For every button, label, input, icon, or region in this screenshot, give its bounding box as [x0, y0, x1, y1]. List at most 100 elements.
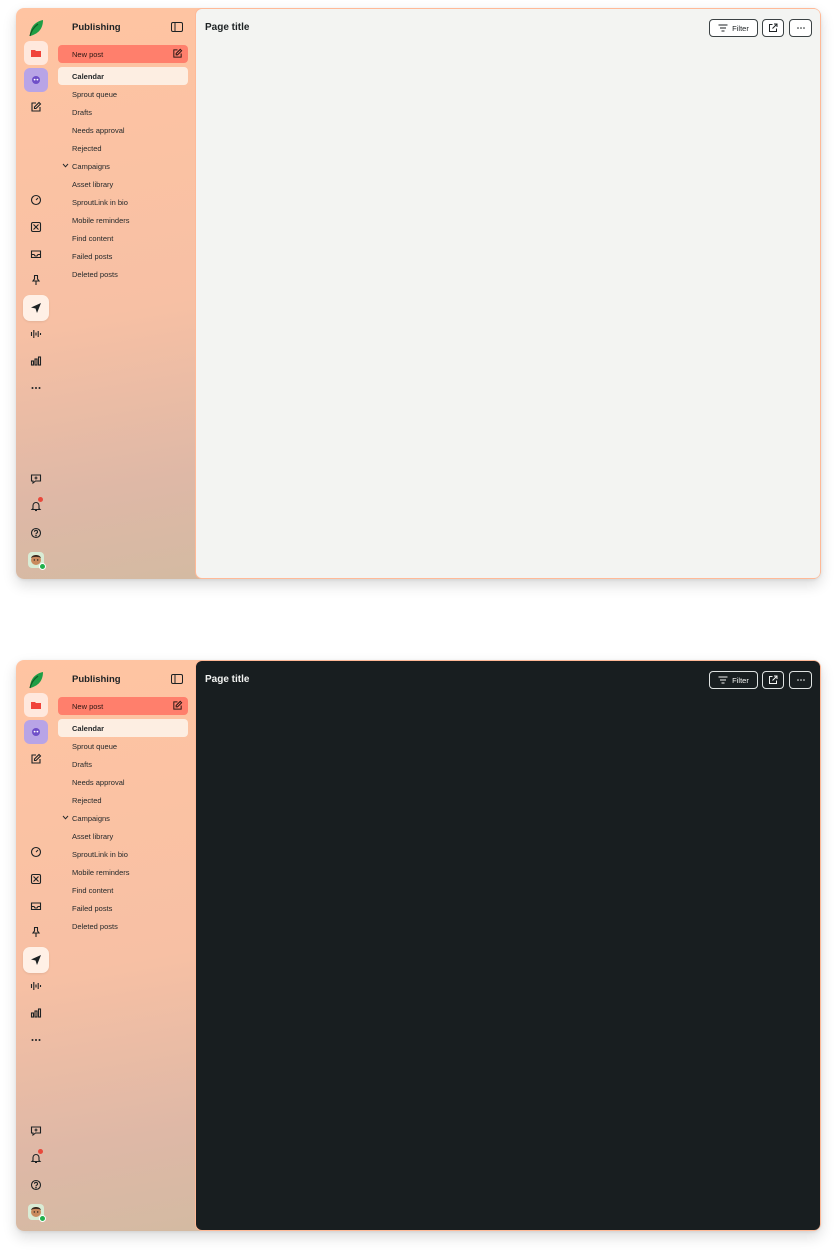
nav-item-failed-posts[interactable]: Failed posts [58, 247, 188, 265]
bar-chart-icon[interactable] [24, 349, 48, 373]
sprout-logo-icon[interactable] [24, 16, 48, 40]
nav-item-label: Asset library [72, 831, 114, 841]
page-title: Page title [205, 674, 250, 685]
nav-item-sprout-queue[interactable]: Sprout queue [58, 85, 188, 103]
nav-item-label: Rejected [72, 795, 102, 805]
folder-icon[interactable] [24, 693, 48, 717]
open-external-button[interactable] [762, 671, 784, 689]
filter-label: Filter [732, 23, 749, 33]
nav-item-label: Asset library [72, 179, 114, 189]
nav-item-label: Campaigns [72, 813, 110, 823]
nav-item-needs-approval[interactable]: Needs approval [58, 773, 188, 791]
bell-icon[interactable] [24, 494, 48, 518]
nav-item-label: Deleted posts [72, 921, 118, 931]
nav-item-mobile-reminders[interactable]: Mobile reminders [58, 211, 188, 229]
sprout-logo-icon[interactable] [24, 668, 48, 692]
inbox-icon[interactable] [24, 242, 48, 266]
listening-icon[interactable] [24, 322, 48, 346]
filter-button[interactable]: Filter [709, 19, 758, 37]
nav-item-label: Calendar [72, 71, 105, 81]
nav-item-drafts[interactable]: Drafts [58, 103, 188, 121]
smart-inbox-icon[interactable] [24, 215, 48, 239]
nav-item-sproutlink-in-bio[interactable]: SproutLink in bio [58, 193, 188, 211]
nav-item-label: Drafts [72, 759, 93, 769]
pin-icon[interactable] [24, 268, 48, 292]
nav-item-find-content[interactable]: Find content [58, 229, 188, 247]
nav-item-deleted-posts[interactable]: Deleted posts [58, 265, 188, 283]
external-link-icon [769, 675, 778, 684]
gauge-icon[interactable] [24, 840, 48, 864]
icon-rail [16, 8, 56, 579]
nav-item-rejected[interactable]: Rejected [58, 139, 188, 157]
nav-item-label: Campaigns [72, 161, 110, 171]
external-link-icon [769, 23, 778, 32]
nav-item-label: Deleted posts [72, 269, 118, 279]
edit-icon [173, 700, 183, 710]
nav-item-label: Needs approval [72, 125, 125, 135]
avatar[interactable] [28, 552, 46, 570]
nav-item-campaigns[interactable]: Campaigns [58, 157, 188, 175]
open-external-button[interactable] [762, 19, 784, 37]
more-icon[interactable] [24, 1028, 48, 1052]
new-post-button[interactable]: New post [58, 45, 188, 63]
nav-item-campaigns[interactable]: Campaigns [58, 809, 188, 827]
main-content: Page title Filter [195, 8, 821, 579]
filter-label: Filter [732, 675, 749, 685]
nav-item-asset-library[interactable]: Asset library [58, 175, 188, 193]
nav-item-label: Sprout queue [72, 741, 118, 751]
nav-item-mobile-reminders[interactable]: Mobile reminders [58, 863, 188, 881]
send-icon[interactable] [23, 947, 49, 973]
publishing-nav: Publishing New post Calendar Sprout queue… [56, 8, 195, 579]
nav-item-label: Rejected [72, 143, 102, 153]
compose-icon[interactable] [24, 747, 48, 771]
gauge-icon[interactable] [24, 188, 48, 212]
collapse-sidebar-icon[interactable] [171, 674, 183, 684]
collapse-sidebar-icon[interactable] [171, 22, 183, 32]
smart-inbox-icon[interactable] [24, 867, 48, 891]
more-options-button[interactable] [789, 19, 812, 37]
folder-icon[interactable] [24, 41, 48, 65]
dark-theme-frame: Publishing New post Calendar Sprout queue… [16, 660, 821, 1231]
bot-icon[interactable] [24, 68, 48, 92]
help-icon[interactable] [24, 521, 48, 545]
send-icon[interactable] [23, 295, 49, 321]
nav-item-deleted-posts[interactable]: Deleted posts [58, 917, 188, 935]
nav-item-find-content[interactable]: Find content [58, 881, 188, 899]
new-post-button[interactable]: New post [58, 697, 188, 715]
nav-item-calendar[interactable]: Calendar [58, 719, 188, 737]
nav-item-rejected[interactable]: Rejected [58, 791, 188, 809]
nav-item-failed-posts[interactable]: Failed posts [58, 899, 188, 917]
nav-title: Publishing [72, 674, 121, 685]
feedback-icon[interactable] [24, 1119, 48, 1143]
bar-chart-icon[interactable] [24, 1001, 48, 1025]
help-icon[interactable] [24, 1173, 48, 1197]
bell-icon[interactable] [24, 1146, 48, 1170]
nav-item-asset-library[interactable]: Asset library [58, 827, 188, 845]
chevron-down-icon [62, 163, 69, 168]
nav-item-label: Failed posts [72, 251, 113, 261]
inbox-icon[interactable] [24, 894, 48, 918]
filter-button[interactable]: Filter [709, 671, 758, 689]
nav-item-sprout-queue[interactable]: Sprout queue [58, 737, 188, 755]
more-icon[interactable] [24, 376, 48, 400]
icon-rail [16, 660, 56, 1231]
main-content: Page title Filter [195, 660, 821, 1231]
light-theme-frame: Publishing New post Calendar Sprout queue… [16, 8, 821, 579]
nav-item-sproutlink-in-bio[interactable]: SproutLink in bio [58, 845, 188, 863]
listening-icon[interactable] [24, 974, 48, 998]
pin-icon[interactable] [24, 920, 48, 944]
more-icon [796, 27, 805, 29]
avatar[interactable] [28, 1204, 46, 1222]
notification-badge [38, 497, 43, 502]
nav-item-label: Failed posts [72, 903, 113, 913]
more-options-button[interactable] [789, 671, 812, 689]
new-post-label: New post [72, 50, 104, 59]
bot-icon[interactable] [24, 720, 48, 744]
nav-item-calendar[interactable]: Calendar [58, 67, 188, 85]
online-status-dot [39, 1215, 46, 1222]
feedback-icon[interactable] [24, 467, 48, 491]
online-status-dot [39, 563, 46, 570]
nav-item-drafts[interactable]: Drafts [58, 755, 188, 773]
compose-icon[interactable] [24, 95, 48, 119]
nav-item-needs-approval[interactable]: Needs approval [58, 121, 188, 139]
